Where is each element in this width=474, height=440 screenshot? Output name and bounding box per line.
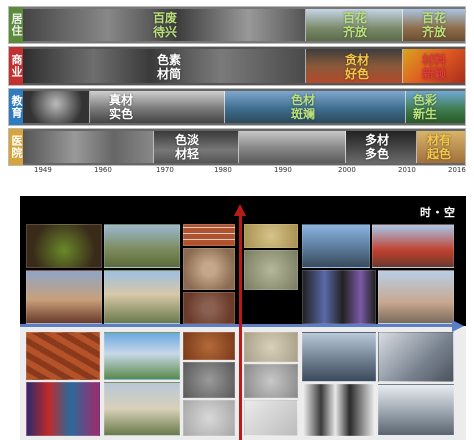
year-label: 2016 — [448, 166, 466, 174]
band-education: 教育 真材 实色 色材 斑斓 色彩 新生 — [8, 88, 466, 126]
band-caption: 贪材 好色 — [345, 53, 370, 81]
time-space-matrix: 时・空 — [20, 196, 466, 440]
photo-granite — [244, 250, 298, 290]
band-caption: 百废 待兴 — [153, 11, 178, 39]
photo-strip — [23, 131, 154, 163]
photo-house — [104, 382, 180, 436]
photo-fashion — [302, 270, 376, 324]
photo-field — [104, 224, 180, 268]
band-label: 教育 — [9, 89, 23, 125]
band-caption: 材有 起色 — [427, 133, 452, 161]
photo-modern-building — [378, 332, 454, 382]
photo-strip — [239, 131, 346, 163]
band-caption: 色材 斑斓 — [291, 93, 316, 121]
time-axis-arrowhead — [452, 320, 464, 332]
band-label: 医院 — [9, 129, 23, 165]
space-axis-arrowhead — [234, 204, 246, 216]
band-commercial: 商业 色素 材简 贪材 好色 材料 新颖 — [8, 46, 466, 86]
year-label: 2010 — [398, 166, 416, 174]
band-residential: 居住 百废 待兴 百花 齐放 百花 齐放 — [8, 6, 466, 44]
photo-strip — [225, 91, 406, 123]
photo-gravel — [183, 248, 235, 290]
photo-square — [372, 224, 454, 268]
matrix-title: 时・空 — [420, 206, 456, 219]
band-label: 居住 — [9, 7, 23, 43]
space-axis — [239, 214, 242, 440]
year-label: 1949 — [34, 166, 52, 174]
photo-villa — [104, 270, 180, 324]
photo-sprout — [26, 224, 102, 268]
photo-rust — [183, 332, 235, 360]
band-caption: 色淡 材轻 — [175, 133, 200, 161]
band-hospital: 医院 色淡 材轻 多材 多色 材有 起色 — [8, 128, 466, 166]
photo-stone — [183, 292, 235, 324]
photo-glass-tower — [302, 332, 376, 382]
band-caption: 材料 新颖 — [422, 53, 447, 81]
band-caption: 色彩 新生 — [413, 93, 438, 121]
photo-limestone — [244, 332, 298, 362]
photo-towers — [378, 270, 454, 324]
band-caption: 百花 齐放 — [343, 11, 368, 39]
band-caption: 真材 实色 — [109, 93, 134, 121]
photo-folk-costumes — [26, 382, 100, 436]
band-caption: 百花 齐放 — [422, 11, 447, 39]
photo-office-block — [378, 384, 454, 436]
band-label: 商业 — [9, 47, 23, 85]
timeline-figure: 居住 百废 待兴 百花 齐放 百花 齐放 商业 色素 材简 贪材 好色 材料 新… — [8, 6, 468, 178]
year-axis: 1949 1960 1970 1980 1990 2000 2010 2016 — [8, 166, 468, 178]
year-label: 1970 — [156, 166, 174, 174]
photo-sand — [244, 224, 298, 248]
photo-terracotta — [26, 332, 100, 380]
year-label: 1960 — [94, 166, 112, 174]
time-axis — [20, 324, 454, 327]
photo-skyline — [302, 224, 370, 268]
year-label: 1980 — [214, 166, 232, 174]
photo-concrete — [183, 362, 235, 398]
year-label: 2000 — [338, 166, 356, 174]
photo-models — [302, 384, 376, 436]
band-caption: 多材 多色 — [365, 133, 390, 161]
photo-strip — [23, 91, 90, 123]
year-label: 1990 — [274, 166, 292, 174]
band-caption: 色素 材简 — [157, 53, 182, 81]
photo-brick — [183, 224, 235, 246]
photo-landscape — [104, 332, 180, 380]
photo-people — [26, 270, 102, 324]
photo-terrazzo — [244, 364, 298, 398]
photo-plaster — [183, 400, 235, 436]
photo-marble — [244, 400, 298, 436]
